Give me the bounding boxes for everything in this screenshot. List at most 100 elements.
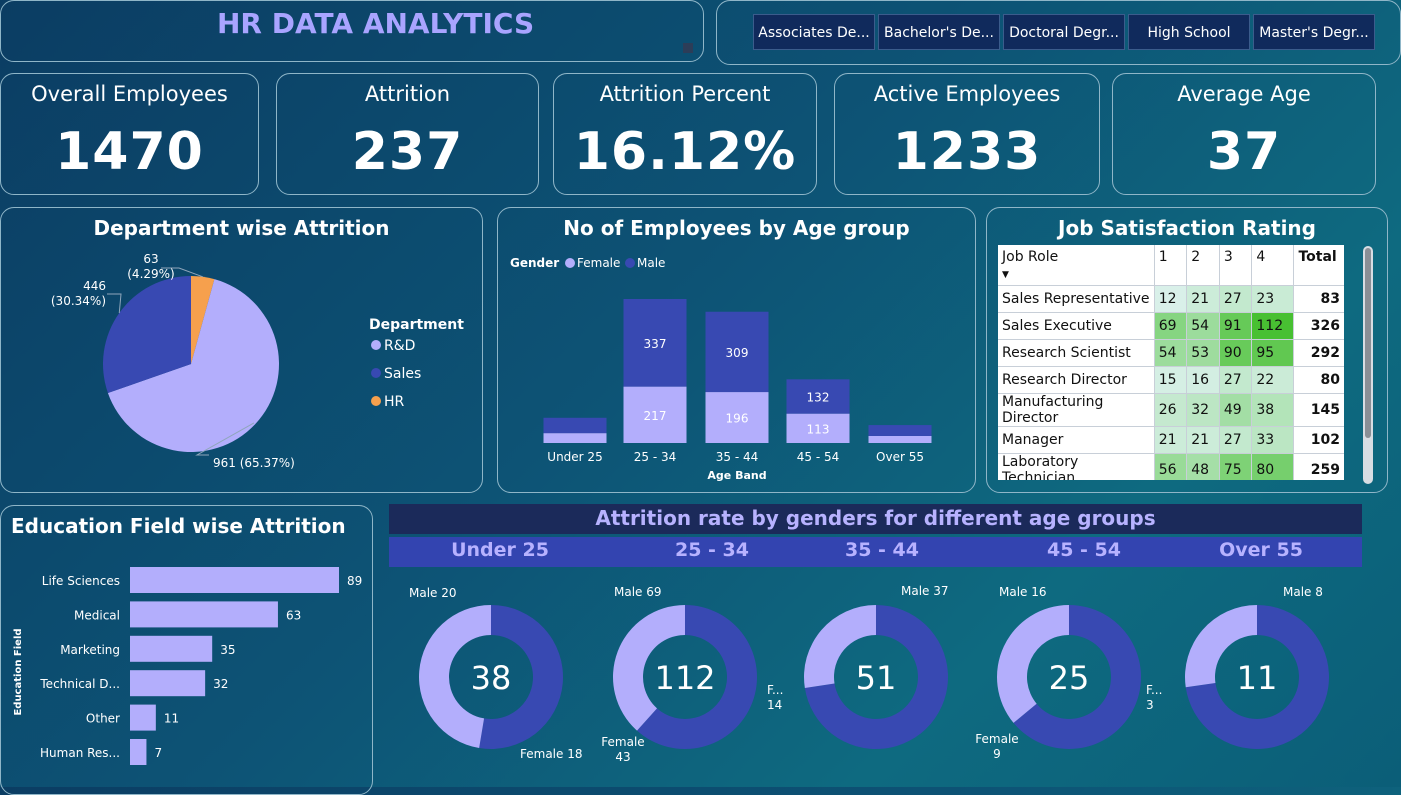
cell-rating: 21 — [1186, 285, 1220, 313]
slicer-doctoral[interactable]: Doctoral Degr... — [1003, 14, 1125, 50]
data-label: 89 — [347, 574, 362, 588]
slicer-associates[interactable]: Associates De... — [753, 14, 875, 50]
legend-marker — [371, 396, 381, 406]
education-bar-chart[interactable]: Life Sciences 89 Medical 63 Marketing 35 Techn… — [1, 506, 372, 788]
tick-label: Life Sciences — [42, 574, 120, 588]
cell-rating: 15 — [1153, 366, 1187, 394]
cell-rating: 27 — [1218, 366, 1252, 394]
bar — [130, 739, 147, 765]
sort-desc-icon[interactable]: ▼ — [1002, 270, 1009, 280]
cell-job-role: Research Director — [998, 366, 1155, 394]
column-header[interactable]: 1 — [1153, 245, 1187, 286]
cell-total: 145 — [1293, 393, 1344, 427]
table-row[interactable]: Laboratory Technician 56 48 75 80 259 — [998, 453, 1344, 480]
data-label: (4.29%) — [127, 267, 174, 281]
table-row[interactable]: Manager 21 21 27 33 102 — [998, 426, 1344, 454]
data-label: Male 16 — [999, 585, 1047, 599]
data-label: Male 69 — [614, 585, 662, 599]
tick-label: Marketing — [60, 643, 120, 657]
age-group-header: 35 - 44 — [845, 539, 919, 561]
cell-rating: 112 — [1251, 312, 1294, 340]
bar — [130, 567, 339, 593]
legend-marker — [625, 258, 635, 268]
table-scrollbar[interactable] — [1363, 246, 1373, 484]
resize-handle-icon[interactable] — [683, 43, 693, 53]
slicer-bachelors[interactable]: Bachelor's De... — [878, 14, 1000, 50]
header-card: HR DATA ANALYTICS — [0, 0, 704, 62]
slicer-masters[interactable]: Master's Degr... — [1253, 14, 1375, 50]
table-row[interactable]: Sales Representative 12 21 27 23 83 — [998, 285, 1344, 313]
kpi-label: Attrition Percent — [599, 82, 771, 106]
table-row[interactable]: Research Scientist 54 53 90 95 292 — [998, 339, 1344, 367]
data-label: 217 — [644, 409, 667, 423]
cell-total: 259 — [1293, 453, 1344, 480]
department-pie-chart[interactable]: 961 (65.37%)446(30.34%)63(4.29%)Departme… — [1, 208, 482, 492]
age-group-header: 45 - 54 — [1047, 539, 1121, 561]
data-label: (30.34%) — [51, 294, 106, 308]
data-label: 3 — [1146, 698, 1154, 712]
age-group-header: 25 - 34 — [675, 539, 749, 561]
donut-center-total: 25 — [1049, 659, 1090, 697]
tick-label: Under 25 — [547, 450, 602, 464]
cell-rating: 26 — [1153, 393, 1187, 427]
cell-rating: 21 — [1153, 426, 1187, 454]
data-label: 132 — [807, 390, 830, 404]
table-row[interactable]: Sales Executive 69 54 91 112 326 — [998, 312, 1344, 340]
legend-title: Gender — [510, 256, 559, 270]
tick-label: Human Res... — [40, 746, 120, 760]
cell-total: 326 — [1293, 312, 1344, 340]
data-label: 196 — [726, 412, 749, 426]
job-satisfaction-card: Job Satisfaction Rating Job Role ▼ 1 2 3 4 Tot… — [986, 207, 1388, 493]
cell-job-role: Sales Representative — [998, 285, 1155, 313]
column-header[interactable]: 3 — [1218, 245, 1252, 286]
data-label: 961 (65.37%) — [213, 456, 295, 470]
chart-title: Job Satisfaction Rating — [1058, 216, 1316, 240]
cell-rating: 54 — [1186, 312, 1220, 340]
legend-label: Male — [637, 256, 665, 270]
cell-rating: 95 — [1251, 339, 1294, 367]
legend-marker — [565, 258, 575, 268]
data-label: Female 18 — [520, 747, 582, 761]
donut-center-total: 51 — [856, 659, 897, 697]
cell-rating: 21 — [1186, 426, 1220, 454]
age-group-bar-chart[interactable]: Gender Female Male Under 25 217 337 25 - 34 196… — [498, 208, 975, 492]
cell-rating: 54 — [1153, 339, 1187, 367]
gender-attrition-panel: Attrition rate by genders for different … — [389, 504, 1362, 787]
cell-total: 102 — [1293, 426, 1344, 454]
cell-rating: 38 — [1251, 393, 1294, 427]
cell-rating: 48 — [1186, 453, 1220, 480]
tick-label: Other — [86, 712, 120, 726]
table-row[interactable]: Manufacturing Director 26 32 49 38 145 — [998, 393, 1344, 427]
column-header[interactable]: Total — [1293, 245, 1344, 286]
scrollbar-thumb[interactable] — [1365, 248, 1371, 438]
cell-rating: 22 — [1251, 366, 1294, 394]
axis-label: Education Field — [13, 628, 24, 715]
cell-total: 80 — [1293, 366, 1344, 394]
tick-label: 45 - 54 — [797, 450, 840, 464]
kpi-value: 237 — [351, 122, 464, 182]
data-label: Female — [601, 735, 644, 749]
cell-job-role: Manufacturing Director — [998, 393, 1155, 427]
slicer-high-school[interactable]: High School — [1128, 14, 1250, 50]
data-label: 337 — [644, 337, 667, 351]
column-header[interactable]: 2 — [1186, 245, 1220, 286]
data-label: 113 — [807, 422, 830, 436]
cell-rating: 33 — [1251, 426, 1294, 454]
column-header[interactable]: 4 — [1251, 245, 1294, 286]
tick-label: 35 - 44 — [716, 450, 759, 464]
table-row[interactable]: Research Director 15 16 27 22 80 — [998, 366, 1344, 394]
cell-rating: 53 — [1186, 339, 1220, 367]
gender-donut-charts[interactable]: Under 25 38 Male 20 Female 18 25 - 34 112 Male… — [389, 504, 1362, 787]
cell-rating: 27 — [1218, 285, 1252, 313]
cell-rating: 80 — [1251, 453, 1294, 480]
data-label: 9 — [993, 747, 1001, 761]
data-label: 446 — [83, 279, 106, 293]
kpi-value: 1470 — [55, 122, 204, 182]
age-group-header: Over 55 — [1219, 539, 1303, 561]
job-satisfaction-table: Job Role ▼ 1 2 3 4 Total Sales Representative 12… — [998, 245, 1344, 480]
column-header[interactable]: Job Role ▼ — [998, 245, 1155, 286]
tick-label: 25 - 34 — [634, 450, 677, 464]
page-title: HR DATA ANALYTICS — [217, 7, 535, 40]
tick-label: Technical D... — [39, 677, 120, 691]
bar-male — [868, 425, 932, 436]
